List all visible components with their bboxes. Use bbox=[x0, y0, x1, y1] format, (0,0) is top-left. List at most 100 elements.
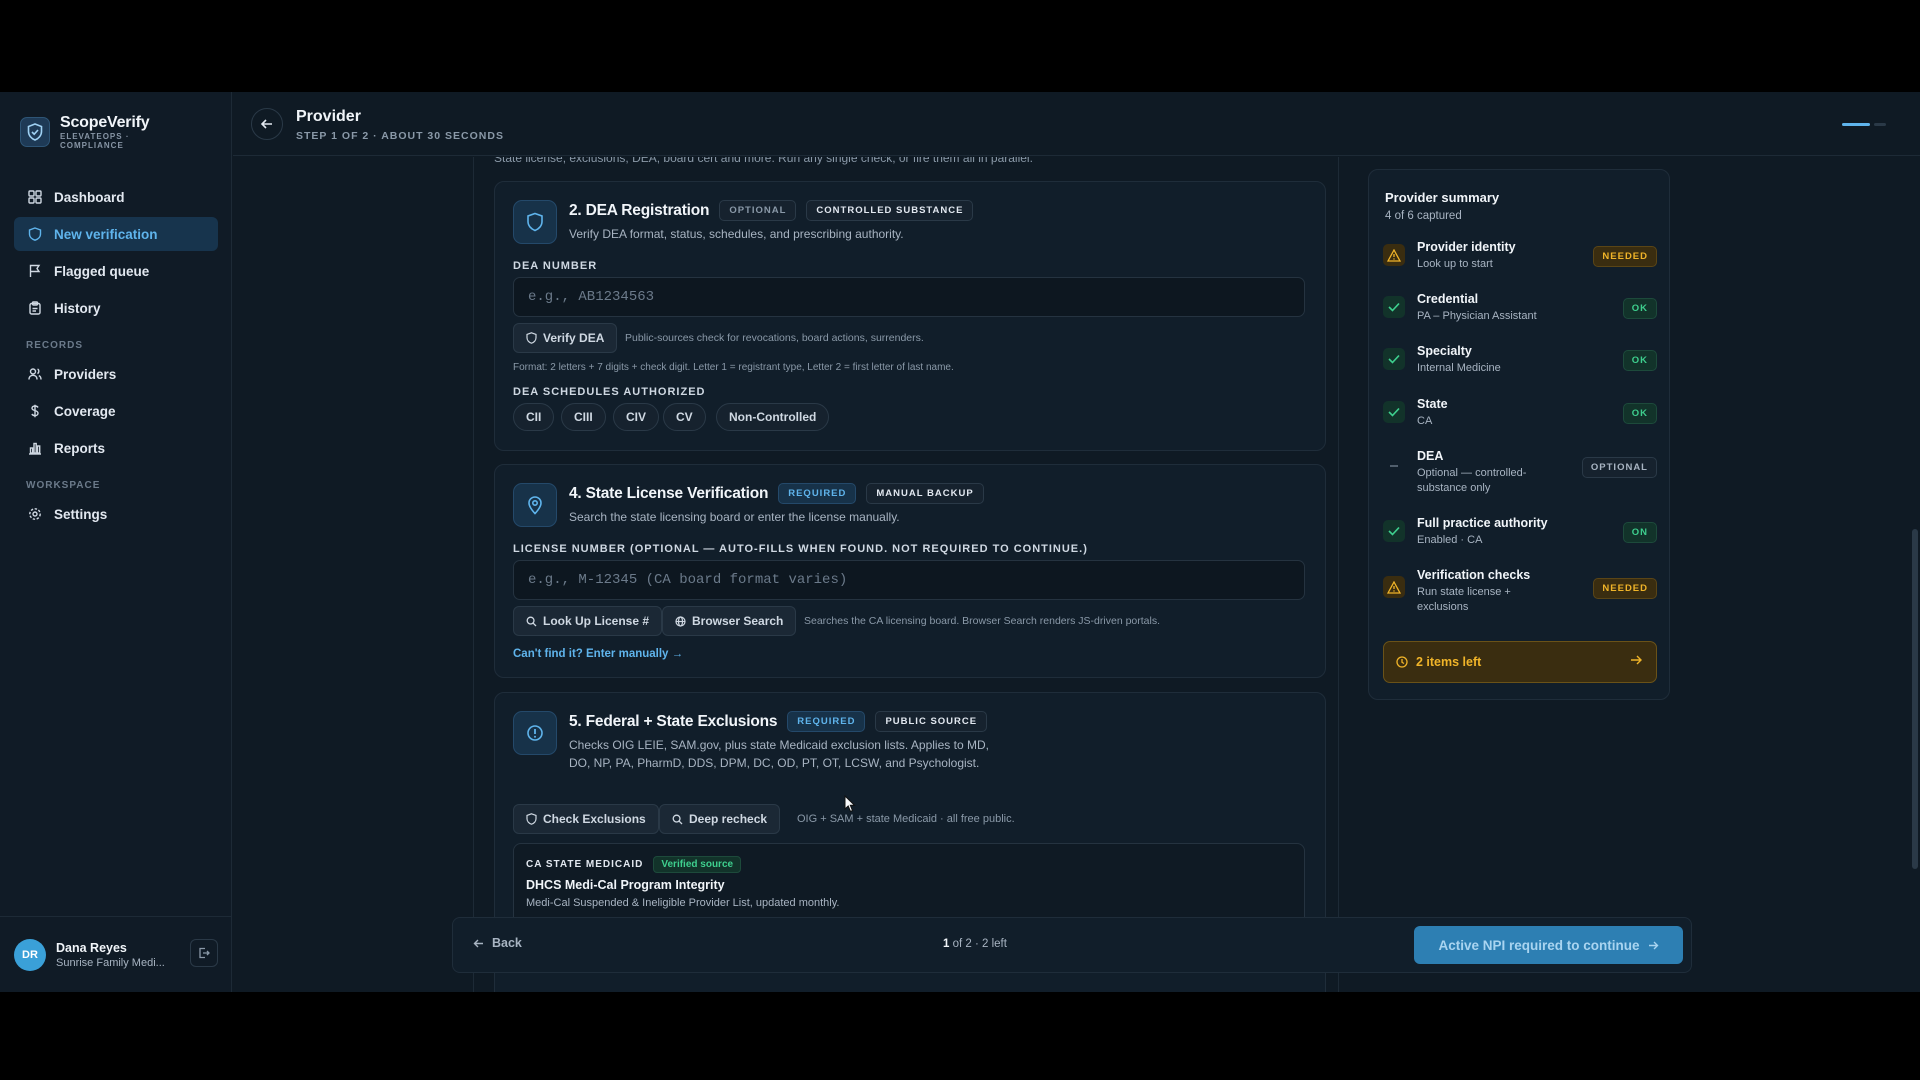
license-search-hint: Searches the CA licensing board. Browser… bbox=[804, 615, 1161, 627]
license-title-row: 4. State License Verification REQUIRED M… bbox=[569, 483, 984, 504]
nav-reports[interactable]: Reports bbox=[14, 431, 218, 465]
brand-name: ScopeVerify bbox=[60, 114, 150, 131]
summary-row-fpa[interactable]: Full practice authority Enabled · CA ON bbox=[1383, 516, 1657, 552]
dash-icon bbox=[1383, 455, 1405, 477]
exclusions-description: Checks OIG LEIE, SAM.gov, plus state Med… bbox=[569, 738, 989, 770]
summary-row-state[interactable]: State CA OK bbox=[1383, 397, 1657, 433]
main-area: State license, exclusions, DEA, board ce… bbox=[233, 157, 1920, 992]
license-required-badge: REQUIRED bbox=[778, 483, 857, 504]
scrollbar-thumb[interactable] bbox=[1912, 529, 1918, 869]
progress-step-2 bbox=[1874, 123, 1886, 126]
summary-row-dea[interactable]: DEA Optional — controlled-substance only… bbox=[1383, 449, 1657, 499]
schedule-chip-cii[interactable]: CII bbox=[513, 403, 555, 431]
deep-recheck-button[interactable]: Deep recheck bbox=[659, 804, 781, 834]
license-number-label: LICENSE NUMBER (OPTIONAL — AUTO-FILLS WH… bbox=[513, 543, 1088, 555]
enter-manually-link[interactable]: Can't find it? Enter manually → bbox=[513, 648, 683, 660]
status-badge: OK bbox=[1622, 298, 1657, 319]
header-back-button[interactable] bbox=[251, 108, 283, 140]
nav-new-verification[interactable]: New verification bbox=[14, 217, 218, 251]
status-badge: ON bbox=[1622, 522, 1657, 543]
summary-label: Specialty bbox=[1417, 344, 1472, 358]
nav-reports-label: Reports bbox=[54, 440, 106, 456]
nav-dashboard[interactable]: Dashboard bbox=[14, 180, 218, 214]
summary-row-specialty[interactable]: Specialty Internal Medicine OK bbox=[1383, 344, 1657, 380]
provider-summary: Provider summary 4 of 6 captured Provide… bbox=[1368, 169, 1670, 700]
shield-icon bbox=[28, 227, 42, 241]
user-org: Sunrise Family Medi... bbox=[56, 956, 165, 969]
summary-row-credential[interactable]: Credential PA – Physician Assistant OK bbox=[1383, 292, 1657, 328]
browser-search-button[interactable]: Browser Search bbox=[662, 606, 797, 636]
lookup-license-button[interactable]: Look Up License # bbox=[513, 606, 663, 636]
nav-history[interactable]: History bbox=[14, 291, 218, 325]
verify-dea-button[interactable]: Verify DEA bbox=[513, 323, 618, 353]
arrow-left-icon bbox=[260, 119, 272, 129]
dea-controlled-badge: CONTROLLED SUBSTANCE bbox=[806, 200, 974, 221]
nav-settings[interactable]: Settings bbox=[14, 497, 218, 531]
summary-label: Verification checks bbox=[1417, 568, 1531, 582]
schedule-chip-non-controlled[interactable]: Non-Controlled bbox=[716, 403, 830, 431]
footer-back-label: Back bbox=[492, 936, 522, 950]
status-badge: OPTIONAL bbox=[1581, 457, 1657, 478]
summary-detail: CA bbox=[1417, 415, 1433, 427]
wizard-footer: Back 1 of 2 · 2 left Active NPI required… bbox=[452, 917, 1692, 973]
bar-chart-icon bbox=[29, 442, 41, 455]
clipboard-icon bbox=[29, 301, 41, 315]
verify-dea-hint: Public-sources check for revocations, bo… bbox=[625, 332, 924, 344]
check-icon bbox=[1383, 296, 1405, 318]
app-window: ScopeVerify ELEVATEOPS · COMPLIANCE Dash… bbox=[0, 92, 1920, 992]
continue-label: Active NPI required to continue bbox=[1438, 937, 1640, 953]
map-pin-icon bbox=[513, 483, 557, 527]
warning-icon bbox=[1383, 244, 1405, 266]
logout-button[interactable] bbox=[190, 939, 218, 967]
license-description: Search the state licensing board or ente… bbox=[569, 510, 900, 524]
dea-number-input[interactable] bbox=[513, 277, 1305, 317]
check-exclusions-label: Check Exclusions bbox=[543, 812, 646, 826]
nav-coverage[interactable]: Coverage bbox=[14, 394, 218, 428]
schedule-chip-civ[interactable]: CIV bbox=[613, 403, 660, 431]
nav-history-label: History bbox=[54, 300, 101, 316]
verification-form: State license, exclusions, DEA, board ce… bbox=[473, 157, 1339, 992]
items-left-button[interactable]: 2 items left bbox=[1383, 641, 1657, 683]
status-badge: OK bbox=[1622, 403, 1657, 424]
scrollbar[interactable] bbox=[1910, 157, 1920, 992]
license-number-input[interactable] bbox=[513, 560, 1305, 600]
user-bar: DR Dana Reyes Sunrise Family Medi... bbox=[0, 916, 232, 992]
nav-dashboard-label: Dashboard bbox=[54, 189, 125, 205]
dea-format-hint: Format: 2 letters + 7 digits + check dig… bbox=[513, 362, 954, 373]
search-icon bbox=[672, 814, 683, 824]
alert-circle-icon bbox=[513, 711, 557, 755]
summary-row-identity[interactable]: Provider identity Look up to start NEEDE… bbox=[1383, 240, 1657, 276]
schedule-chip-cv[interactable]: CV bbox=[663, 403, 706, 431]
summary-detail: Run state license + exclusions bbox=[1417, 586, 1511, 613]
check-exclusions-button[interactable]: Check Exclusions bbox=[513, 804, 659, 834]
summary-row-checks[interactable]: Verification checks Run state license + … bbox=[1383, 568, 1657, 618]
avatar[interactable]: DR bbox=[14, 938, 46, 971]
users-icon bbox=[28, 368, 42, 380]
arrow-right-icon bbox=[1648, 941, 1659, 949]
summary-detail: Optional — controlled-substance only bbox=[1417, 467, 1527, 494]
dollar-icon bbox=[31, 404, 39, 418]
deep-recheck-label: Deep recheck bbox=[689, 812, 768, 826]
dea-title-row: 2. DEA Registration OPTIONAL CONTROLLED … bbox=[569, 200, 974, 221]
schedule-chip-ciii[interactable]: CIII bbox=[561, 403, 606, 431]
logout-icon bbox=[199, 947, 210, 959]
brand-subtitle: ELEVATEOPS · COMPLIANCE bbox=[60, 132, 130, 150]
status-badge: OK bbox=[1622, 350, 1657, 371]
brand[interactable]: ScopeVerify ELEVATEOPS · COMPLIANCE bbox=[20, 114, 150, 150]
items-left-label: 2 items left bbox=[1416, 655, 1482, 669]
gear-icon bbox=[29, 508, 41, 520]
sidebar: ScopeVerify ELEVATEOPS · COMPLIANCE Dash… bbox=[0, 92, 232, 992]
summary-label: Full practice authority bbox=[1417, 516, 1548, 530]
lookup-license-label: Look Up License # bbox=[543, 614, 650, 628]
continue-button[interactable]: Active NPI required to continue bbox=[1414, 926, 1683, 964]
nav-providers[interactable]: Providers bbox=[14, 357, 218, 391]
verified-source-badge: Verified source bbox=[653, 856, 742, 873]
dea-schedules-label: DEA SCHEDULES AUTHORIZED bbox=[513, 386, 706, 398]
nav-flagged-queue[interactable]: Flagged queue bbox=[14, 254, 218, 288]
footer-back-button[interactable]: Back bbox=[473, 936, 522, 950]
nav-flagged-queue-label: Flagged queue bbox=[54, 263, 150, 279]
dea-shield-icon bbox=[513, 200, 557, 244]
nav-providers-label: Providers bbox=[54, 366, 117, 382]
source-description: Medi-Cal Suspended & Ineligible Provider… bbox=[526, 897, 840, 909]
shield-icon bbox=[526, 813, 537, 825]
